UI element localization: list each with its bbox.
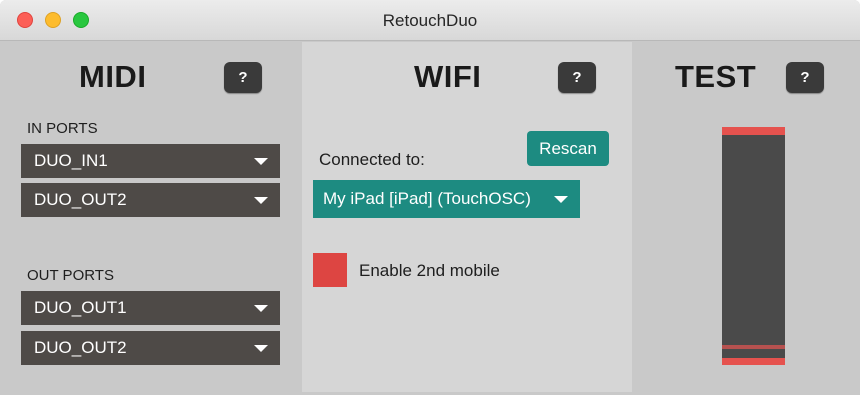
test-title: TEST	[675, 59, 757, 94]
fader-level-marker	[722, 345, 785, 349]
out-port-select-1[interactable]: DUO_OUT1	[21, 291, 280, 325]
midi-panel: MIDI ? IN PORTS DUO_IN1 DUO_OUT2 OUT POR…	[8, 42, 302, 392]
chevron-down-icon	[254, 305, 268, 312]
connected-to-label: Connected to:	[319, 150, 425, 169]
midi-title: MIDI	[79, 59, 147, 94]
in-port-select-2[interactable]: DUO_OUT2	[21, 183, 280, 217]
enable-second-mobile-label: Enable 2nd mobile	[359, 261, 500, 280]
window-title: RetouchDuo	[382, 11, 478, 30]
fader-top-cap	[722, 127, 785, 135]
in-port-select-1-value: DUO_IN1	[34, 151, 108, 170]
midi-help-button[interactable]: ?	[224, 62, 262, 93]
rescan-button[interactable]: Rescan	[527, 131, 609, 166]
test-panel: TEST ?	[632, 42, 860, 392]
in-port-select-1[interactable]: DUO_IN1	[21, 144, 280, 178]
chevron-down-icon	[554, 196, 568, 203]
out-port-select-1-value: DUO_OUT1	[34, 298, 127, 317]
device-select-value: My iPad [iPad] (TouchOSC)	[323, 189, 531, 208]
chevron-down-icon	[254, 158, 268, 165]
wifi-help-button[interactable]: ?	[558, 62, 596, 93]
test-help-button[interactable]: ?	[786, 62, 824, 93]
fader-bottom-cap	[722, 358, 785, 365]
chevron-down-icon	[254, 345, 268, 352]
in-ports-label: IN PORTS	[27, 120, 98, 137]
wifi-panel: WIFI ? Rescan Connected to: My iPad [iPa…	[302, 42, 632, 392]
enable-second-mobile-toggle[interactable]	[313, 253, 347, 287]
wifi-title: WIFI	[414, 59, 482, 94]
app-window: RetouchDuo MIDI ? IN PORTS DUO_IN1 DUO_O…	[0, 0, 860, 395]
title-bar[interactable]: RetouchDuo	[0, 0, 860, 41]
chevron-down-icon	[254, 197, 268, 204]
test-fader[interactable]	[722, 127, 785, 365]
device-select[interactable]: My iPad [iPad] (TouchOSC)	[313, 180, 580, 218]
out-port-select-2-value: DUO_OUT2	[34, 338, 127, 357]
in-port-select-2-value: DUO_OUT2	[34, 190, 127, 209]
out-ports-label: OUT PORTS	[27, 267, 114, 284]
out-port-select-2[interactable]: DUO_OUT2	[21, 331, 280, 365]
